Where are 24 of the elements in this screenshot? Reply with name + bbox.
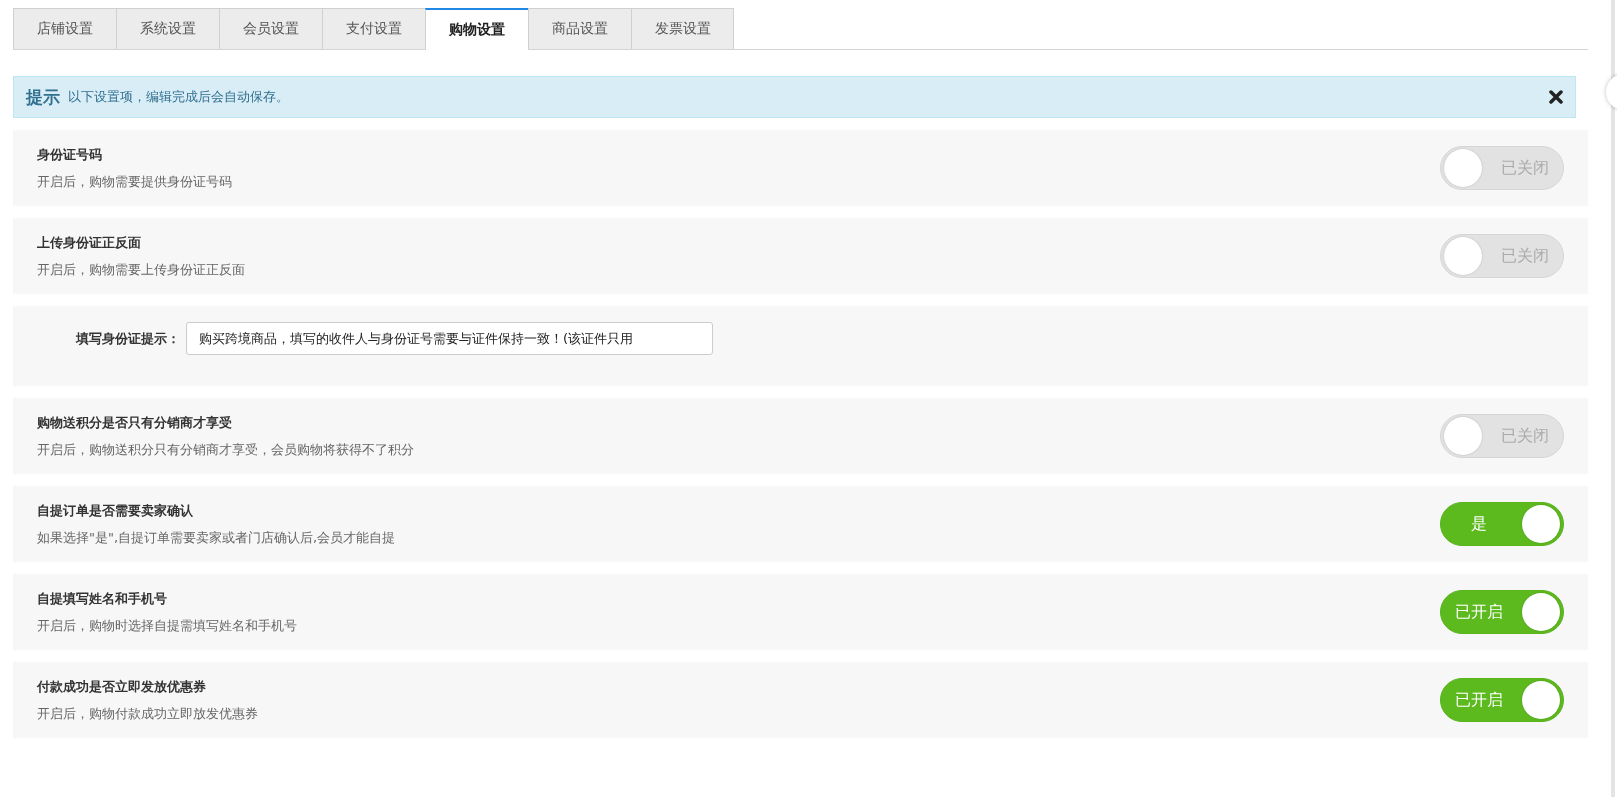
setting-title: 身份证号码 [37,145,103,164]
tab[interactable]: 店铺设置 [13,8,116,49]
setting-title: 付款成功是否立即发放优惠券 [37,677,207,696]
tip-title: 提示 [26,85,60,109]
setting-description: 开启后，购物需要提供身份证号码 [37,172,233,191]
setting-title: 上传身份证正反面 [37,233,142,252]
tab[interactable]: 支付设置 [322,8,425,49]
tip-text: 以下设置项，编辑完成后会自动保存。 [68,88,290,106]
tab[interactable]: 购物设置 [425,8,528,50]
setting-description: 开启后，购物送积分只有分销商才享受，会员购物将获得不了积分 [37,440,415,459]
close-icon[interactable] [1549,90,1563,104]
setting-title: 自提订单是否需要卖家确认 [37,501,194,520]
field-label: 填写身份证提示： [74,330,181,348]
setting-description: 开启后，购物付款成功立即放发优惠券 [37,704,259,723]
setting-title: 购物送积分是否只有分销商才享受 [37,413,233,432]
setting-description: 开启后，购物需要上传身份证正反面 [37,260,246,279]
tab[interactable]: 系统设置 [116,8,219,49]
setting-description: 如果选择"是",自提订单需要卖家或者门店确认后,会员才能自提 [37,528,397,547]
input-field[interactable]: 购买跨境商品，填写的收件人与身份证号需要与证件保持一致！(该证件只用 [186,322,713,355]
tab[interactable]: 商品设置 [528,8,631,49]
tab[interactable]: 发票设置 [631,8,734,49]
setting-title: 自提填写姓名和手机号 [37,589,168,608]
setting-description: 开启后，购物时选择自提需填写姓名和手机号 [37,616,298,635]
tab[interactable]: 会员设置 [219,8,322,49]
